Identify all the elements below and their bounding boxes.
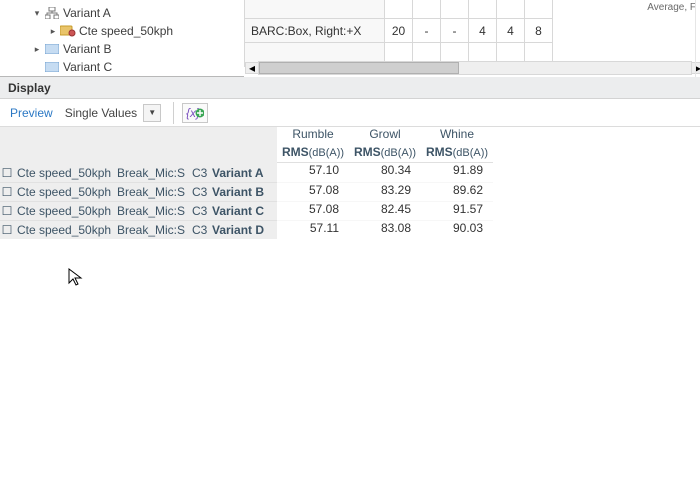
list-item[interactable]: ☐ Cte speed_50kph Break_Mic:S C3 Variant…: [0, 220, 277, 239]
col-tag: C3: [189, 166, 209, 180]
caret-right-icon[interactable]: ▸: [48, 26, 58, 37]
table-row[interactable]: BARC:Box, Right:+X 20 - - 4 4 8: [245, 19, 553, 43]
row-label: BARC:Box, Right:+X: [245, 19, 385, 43]
list-item[interactable]: ☐ Cte speed_50kph Break_Mic:S C3 Variant…: [0, 163, 277, 182]
cell[interactable]: 8: [525, 19, 553, 43]
value-cell: 91.89: [421, 163, 493, 182]
top-grid[interactable]: BARC:Box, Right:+X 20 - - 4 4 8: [244, 0, 553, 67]
panel-title: Display: [8, 81, 51, 95]
value-cell: 57.10: [277, 163, 349, 182]
vertical-scroll-handle[interactable]: [695, 0, 700, 77]
scroll-left-icon[interactable]: ◂: [245, 62, 259, 74]
col-run: Cte speed_50kph: [14, 166, 114, 180]
tree-label: Variant C: [63, 60, 112, 74]
tree-node-variant-c[interactable]: Variant C: [4, 58, 244, 76]
checkbox[interactable]: ☐: [0, 223, 14, 237]
caret-down-icon[interactable]: ▾: [32, 8, 42, 19]
tree-node-variant-b[interactable]: ▸ Variant B: [4, 40, 244, 58]
view-mode-dropdown[interactable]: Single Values ▼: [61, 102, 166, 124]
horizontal-scrollbar[interactable]: ◂ ▸: [258, 61, 692, 75]
row-labels-pane: ☐ Cte speed_50kph Break_Mic:S C3 Variant…: [0, 127, 277, 239]
results-area: ☐ Cte speed_50kph Break_Mic:S C3 Variant…: [0, 127, 700, 239]
value-cell: 80.34: [349, 163, 421, 182]
top-region: ▾ Variant A ▸ Cte speed_50kph ▸ Variant …: [0, 0, 700, 77]
value-row[interactable]: 57.08 82.45 91.57: [277, 201, 493, 220]
panel-header: Display: [0, 77, 700, 99]
table-row: [245, 0, 553, 19]
tree-node-cte-speed[interactable]: ▸ Cte speed_50kph: [4, 22, 244, 40]
tree-label: Variant B: [63, 42, 111, 56]
cell[interactable]: 20: [385, 19, 413, 43]
col-subheader: RMS(dB(A)): [421, 145, 493, 162]
list-item[interactable]: ☐ Cte speed_50kph Break_Mic:S C3 Variant…: [0, 182, 277, 201]
col-header: Rumble: [277, 127, 349, 145]
col-header: Whine: [421, 127, 493, 145]
tree-label: Cte speed_50kph: [79, 24, 173, 38]
add-parameter-button[interactable]: {x}: [182, 103, 208, 123]
chevron-down-icon[interactable]: ▼: [143, 104, 161, 122]
value-row[interactable]: 57.11 83.08 90.03: [277, 220, 493, 239]
dropdown-label: Single Values: [65, 106, 138, 120]
tree-pane: ▾ Variant A ▸ Cte speed_50kph ▸ Variant …: [0, 0, 244, 77]
folder-icon: [44, 42, 60, 56]
tree-label: Variant A: [63, 6, 111, 20]
col-subheader: RMS(dB(A)): [349, 145, 421, 162]
hierarchy-icon: [44, 6, 60, 20]
checkbox[interactable]: ☐: [0, 204, 14, 218]
folder-icon: [44, 60, 60, 74]
caret-right-icon[interactable]: ▸: [32, 44, 42, 55]
cell[interactable]: 4: [469, 19, 497, 43]
values-pane: Rumble Growl Whine RMS(dB(A)) RMS(dB(A))…: [277, 127, 493, 239]
average-label: Average, F: [647, 2, 696, 13]
top-grid-pane: Average, F BARC:Box, Right:+X 20 - - 4 4…: [244, 0, 700, 77]
tab-preview[interactable]: Preview: [6, 106, 57, 120]
checkbox[interactable]: ☐: [0, 166, 14, 180]
folder-gear-icon: [60, 24, 76, 38]
col-subheader: RMS(dB(A)): [277, 145, 349, 162]
list-item[interactable]: ☐ Cte speed_50kph Break_Mic:S C3 Variant…: [0, 201, 277, 220]
col-header: Growl: [349, 127, 421, 145]
cell[interactable]: 4: [497, 19, 525, 43]
cursor-icon: [68, 268, 84, 288]
tree-node-variant-a[interactable]: ▾ Variant A: [4, 4, 244, 22]
cell[interactable]: -: [441, 19, 469, 43]
col-variant: Variant A: [209, 166, 269, 180]
value-row[interactable]: 57.10 80.34 91.89: [277, 163, 493, 182]
col-channel: Break_Mic:S: [114, 166, 189, 180]
param-plus-icon: {x}: [186, 106, 204, 120]
display-toolbar: Preview Single Values ▼ {x}: [0, 99, 700, 127]
row-label: [245, 0, 385, 19]
header-row-1: Rumble Growl Whine: [277, 127, 493, 145]
separator: [173, 102, 174, 124]
cell[interactable]: -: [413, 19, 441, 43]
checkbox[interactable]: ☐: [0, 185, 14, 199]
header-row-2: RMS(dB(A)) RMS(dB(A)) RMS(dB(A)): [277, 145, 493, 163]
value-row[interactable]: 57.08 83.29 89.62: [277, 182, 493, 201]
scrollbar-thumb[interactable]: [259, 62, 459, 74]
